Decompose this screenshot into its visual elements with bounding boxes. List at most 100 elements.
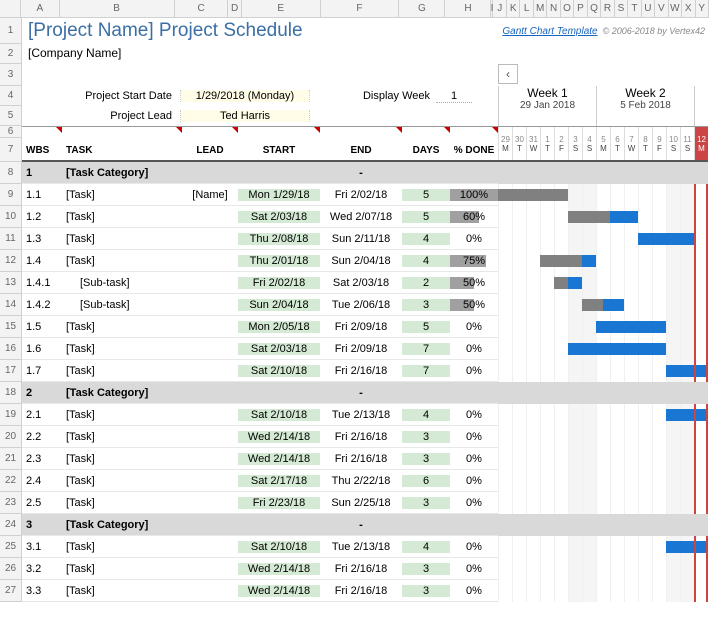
table-row[interactable]: 1.4 [Task] Thu 2/01/18 Sun 2/04/18 4 75% (22, 250, 498, 272)
cell-done[interactable]: 0% (450, 563, 498, 575)
cell-end[interactable]: Sun 2/25/18 (320, 497, 402, 509)
row-header[interactable]: 16 (0, 338, 22, 360)
cell-wbs[interactable]: 1.3 (22, 233, 62, 245)
cell-start[interactable]: Sat 2/03/18 (238, 211, 320, 223)
table-row[interactable]: 2.5 [Task] Fri 2/23/18 Sun 2/25/18 3 0% (22, 492, 498, 514)
col-header[interactable]: C (175, 0, 229, 17)
col-header[interactable]: W (669, 0, 682, 17)
row-header[interactable]: 25 (0, 536, 22, 558)
cell-task[interactable]: [Task Category] (62, 167, 182, 179)
table-row[interactable]: 3.1 [Task] Sat 2/10/18 Tue 2/13/18 4 0% (22, 536, 498, 558)
row-header[interactable]: 4 (0, 86, 22, 106)
display-week-value[interactable]: 1 (436, 90, 472, 103)
table-row[interactable]: 1.3 [Task] Thu 2/08/18 Sun 2/11/18 4 0% (22, 228, 498, 250)
cell-task[interactable]: [Task] (62, 497, 182, 509)
cell-days[interactable]: 4 (402, 255, 450, 267)
cell-wbs[interactable]: 3.3 (22, 585, 62, 597)
cell-start[interactable]: Wed 2/14/18 (238, 563, 320, 575)
table-row[interactable]: 3.3 [Task] Wed 2/14/18 Fri 2/16/18 3 0% (22, 580, 498, 602)
cell-end[interactable]: - (320, 167, 402, 179)
cell-task[interactable]: [Task] (62, 431, 182, 443)
col-header[interactable]: X (682, 0, 695, 17)
cell-task[interactable]: [Task] (62, 211, 182, 223)
row-header[interactable]: 14 (0, 294, 22, 316)
cell-start[interactable]: Mon 1/29/18 (238, 189, 320, 201)
table-row[interactable]: 1.4.1 [Sub-task] Fri 2/02/18 Sat 2/03/18… (22, 272, 498, 294)
row-header[interactable]: 23 (0, 492, 22, 514)
row-header[interactable]: 12 (0, 250, 22, 272)
cell-days[interactable]: 4 (402, 541, 450, 553)
cell-done[interactable]: 0% (450, 585, 498, 597)
col-header[interactable]: K (507, 0, 520, 17)
cell-wbs[interactable]: 2.3 (22, 453, 62, 465)
cell-task[interactable]: [Task] (62, 255, 182, 267)
cell-start[interactable]: Wed 2/14/18 (238, 585, 320, 597)
row-header[interactable]: 9 (0, 184, 22, 206)
table-row[interactable]: 1.1 [Task] [Name] Mon 1/29/18 Fri 2/02/1… (22, 184, 498, 206)
row-header[interactable]: 21 (0, 448, 22, 470)
row-header[interactable]: 17 (0, 360, 22, 382)
cell-wbs[interactable]: 3.2 (22, 563, 62, 575)
table-row[interactable]: 2.1 [Task] Sat 2/10/18 Tue 2/13/18 4 0% (22, 404, 498, 426)
col-header[interactable]: L (520, 0, 533, 17)
table-row[interactable]: 2.2 [Task] Wed 2/14/18 Fri 2/16/18 3 0% (22, 426, 498, 448)
cell-wbs[interactable]: 3 (22, 519, 62, 531)
cell-end[interactable]: Fri 2/16/18 (320, 453, 402, 465)
cell-task[interactable]: [Task] (62, 365, 182, 377)
col-header[interactable]: J (493, 0, 506, 17)
project-start-value[interactable]: 1/29/2018 (Monday) (180, 90, 310, 102)
cell-done[interactable]: 0% (450, 453, 498, 465)
col-header[interactable]: F (321, 0, 400, 17)
row-header[interactable]: 8 (0, 162, 22, 184)
row-header[interactable]: 10 (0, 206, 22, 228)
col-days[interactable]: DAYS (402, 127, 450, 160)
row-header[interactable]: 11 (0, 228, 22, 250)
cell-start[interactable]: Fri 2/23/18 (238, 497, 320, 509)
cell-end[interactable]: Tue 2/06/18 (320, 299, 402, 311)
cell-end[interactable]: Fri 2/16/18 (320, 585, 402, 597)
cell-task[interactable]: [Sub-task] (62, 299, 182, 311)
cell-end[interactable]: Fri 2/16/18 (320, 431, 402, 443)
col-header[interactable]: V (655, 0, 668, 17)
table-row[interactable]: 3 [Task Category] - (22, 514, 498, 536)
col-task[interactable]: TASK (62, 127, 182, 160)
table-row[interactable]: 2 [Task Category] - (22, 382, 498, 404)
col-header[interactable]: N (547, 0, 560, 17)
table-row[interactable]: 1.6 [Task] Sat 2/03/18 Fri 2/09/18 7 0% (22, 338, 498, 360)
cell-days[interactable]: 4 (402, 233, 450, 245)
cell-days[interactable]: 3 (402, 431, 450, 443)
cell-done[interactable]: 0% (450, 365, 498, 377)
row-header[interactable]: 2 (0, 44, 22, 64)
cell-start[interactable]: Mon 2/05/18 (238, 321, 320, 333)
row-header[interactable]: 22 (0, 470, 22, 492)
template-link[interactable]: Gantt Chart Template (502, 26, 597, 37)
row-header[interactable]: 15 (0, 316, 22, 338)
col-lead[interactable]: LEAD (182, 127, 238, 160)
row-header[interactable]: 3 (0, 64, 22, 86)
cell-days[interactable]: 5 (402, 189, 450, 201)
cell-end[interactable]: - (320, 519, 402, 531)
cell-wbs[interactable]: 2 (22, 387, 62, 399)
col-header[interactable]: O (561, 0, 574, 17)
cell-wbs[interactable]: 2.5 (22, 497, 62, 509)
cell-days[interactable]: 3 (402, 585, 450, 597)
cell-end[interactable]: Fri 2/16/18 (320, 365, 402, 377)
cell-wbs[interactable]: 1.7 (22, 365, 62, 377)
cell-start[interactable]: Sat 2/10/18 (238, 365, 320, 377)
company-name[interactable]: [Company Name] (22, 44, 709, 62)
cell-end[interactable]: Thu 2/22/18 (320, 475, 402, 487)
cell-end[interactable]: Fri 2/16/18 (320, 563, 402, 575)
cell-task[interactable]: [Task] (62, 541, 182, 553)
prev-week-button[interactable]: ‹ (498, 64, 518, 84)
cell-wbs[interactable]: 1.4.1 (22, 277, 62, 289)
cell-end[interactable]: Tue 2/13/18 (320, 541, 402, 553)
cell-wbs[interactable]: 1.2 (22, 211, 62, 223)
col-wbs[interactable]: WBS (22, 127, 62, 160)
cell-done[interactable]: 60% (450, 211, 498, 223)
cell-wbs[interactable]: 1.1 (22, 189, 62, 201)
row-header[interactable]: 6 (0, 126, 22, 138)
cell-task[interactable]: [Task] (62, 475, 182, 487)
cell-done[interactable]: 75% (450, 255, 498, 267)
col-header[interactable]: R (601, 0, 614, 17)
row-header[interactable]: 1 (0, 18, 22, 44)
